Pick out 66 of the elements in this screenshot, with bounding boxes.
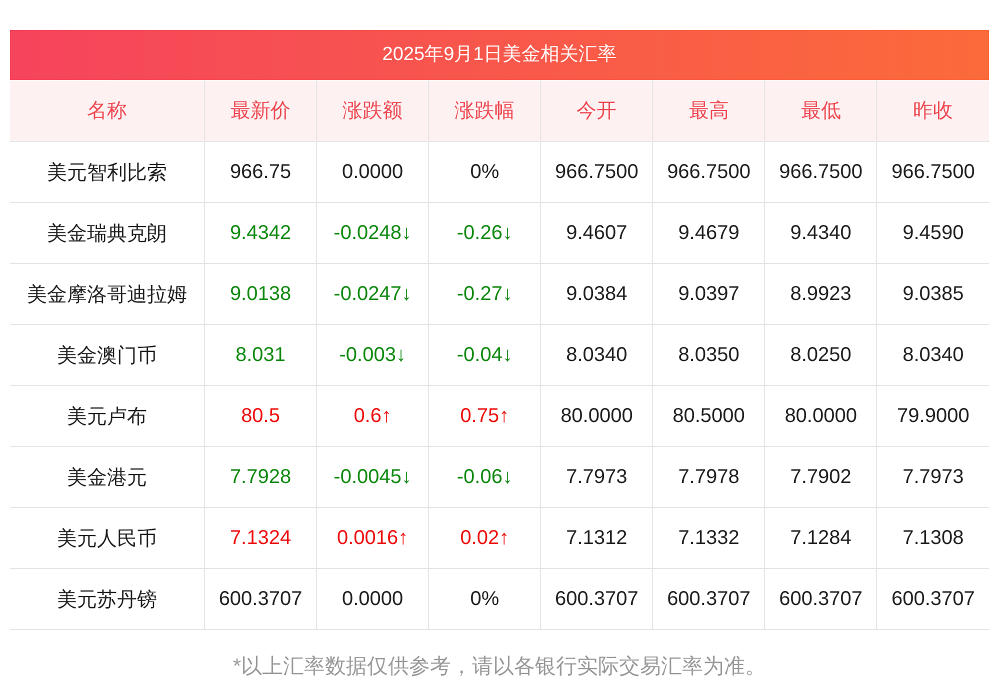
table-cell: -0.0247↓	[316, 264, 429, 324]
table-cell: 966.75	[204, 142, 317, 202]
table-cell: 8.0340	[540, 324, 653, 386]
table-cell: 7.7902	[764, 446, 877, 508]
column-header: 涨跌幅	[428, 80, 541, 142]
table-cell: 966.7500	[764, 142, 877, 202]
column-header: 名称	[10, 80, 204, 142]
currency-name: 美元苏丹镑	[10, 568, 204, 630]
disclaimer-note: *以上汇率数据仅供参考，请以各银行实际交易汇率为准。	[232, 654, 768, 680]
table-cell: 7.7973	[540, 446, 653, 508]
table-cell: 7.1312	[540, 508, 653, 568]
table-cell: 7.7928	[204, 446, 317, 508]
table-cell: 9.0138	[204, 264, 317, 324]
table-cell: 80.5	[204, 386, 317, 446]
table-cell: 9.0384	[540, 264, 653, 324]
table-cell: 8.0250	[764, 324, 877, 386]
table-cell: 8.9923	[764, 264, 877, 324]
table-cell: 7.7978	[652, 446, 765, 508]
table-cell: -0.003↓	[316, 324, 429, 386]
table-cell: 966.7500	[652, 142, 765, 202]
table-cell: -0.0045↓	[316, 446, 429, 508]
table-cell: 0.02↑	[428, 508, 541, 568]
currency-name: 美金摩洛哥迪拉姆	[10, 264, 204, 324]
table-cell: 80.0000	[764, 386, 877, 446]
table-cell: 9.4342	[204, 202, 317, 264]
column-header: 最新价	[204, 80, 317, 142]
table-cell: 600.3707	[764, 568, 877, 630]
table-cell: 8.0350	[652, 324, 765, 386]
table-cell: 7.1284	[764, 508, 877, 568]
table-cell: 7.1324	[204, 508, 317, 568]
table-cell: 9.4607	[540, 202, 653, 264]
table-cell: 600.3707	[652, 568, 765, 630]
table-cell: 0.0000	[316, 142, 429, 202]
table-cell: -0.26↓	[428, 202, 541, 264]
table-cell: 0.0016↑	[316, 508, 429, 568]
table-cell: -0.27↓	[428, 264, 541, 324]
table-cell: 600.3707	[540, 568, 653, 630]
column-header: 最高	[652, 80, 765, 142]
currency-name: 美金港元	[10, 446, 204, 508]
column-header: 涨跌额	[316, 80, 429, 142]
table-cell: 0.75↑	[428, 386, 541, 446]
table-cell: 9.4340	[764, 202, 877, 264]
table-cell: 0.0000	[316, 568, 429, 630]
table-cell: 0.6↑	[316, 386, 429, 446]
currency-name: 美金瑞典克朗	[10, 202, 204, 264]
currency-name: 美金澳门币	[10, 324, 204, 386]
table-cell: 600.3707	[204, 568, 317, 630]
table-cell: 9.0397	[652, 264, 765, 324]
table-cell: -0.0248↓	[316, 202, 429, 264]
table-cell: 8.031	[204, 324, 317, 386]
column-header: 今开	[540, 80, 653, 142]
table-cell: 80.5000	[652, 386, 765, 446]
currency-name: 美元人民币	[10, 508, 204, 568]
table-cell: 0%	[428, 568, 541, 630]
currency-name: 美元卢布	[10, 386, 204, 446]
currency-name: 美元智利比索	[10, 142, 204, 202]
column-header: 最低	[764, 80, 877, 142]
table-cell: -0.06↓	[428, 446, 541, 508]
table-cell: 966.7500	[540, 142, 653, 202]
table-cell: 7.1332	[652, 508, 765, 568]
table-cell: 80.0000	[540, 386, 653, 446]
table-cell: -0.04↓	[428, 324, 541, 386]
table-cell: 9.4679	[652, 202, 765, 264]
column-header: 昨收	[876, 80, 989, 142]
table-title-bar: 2025年9月1日美金相关汇率	[10, 30, 989, 80]
table-cell: 0%	[428, 142, 541, 202]
